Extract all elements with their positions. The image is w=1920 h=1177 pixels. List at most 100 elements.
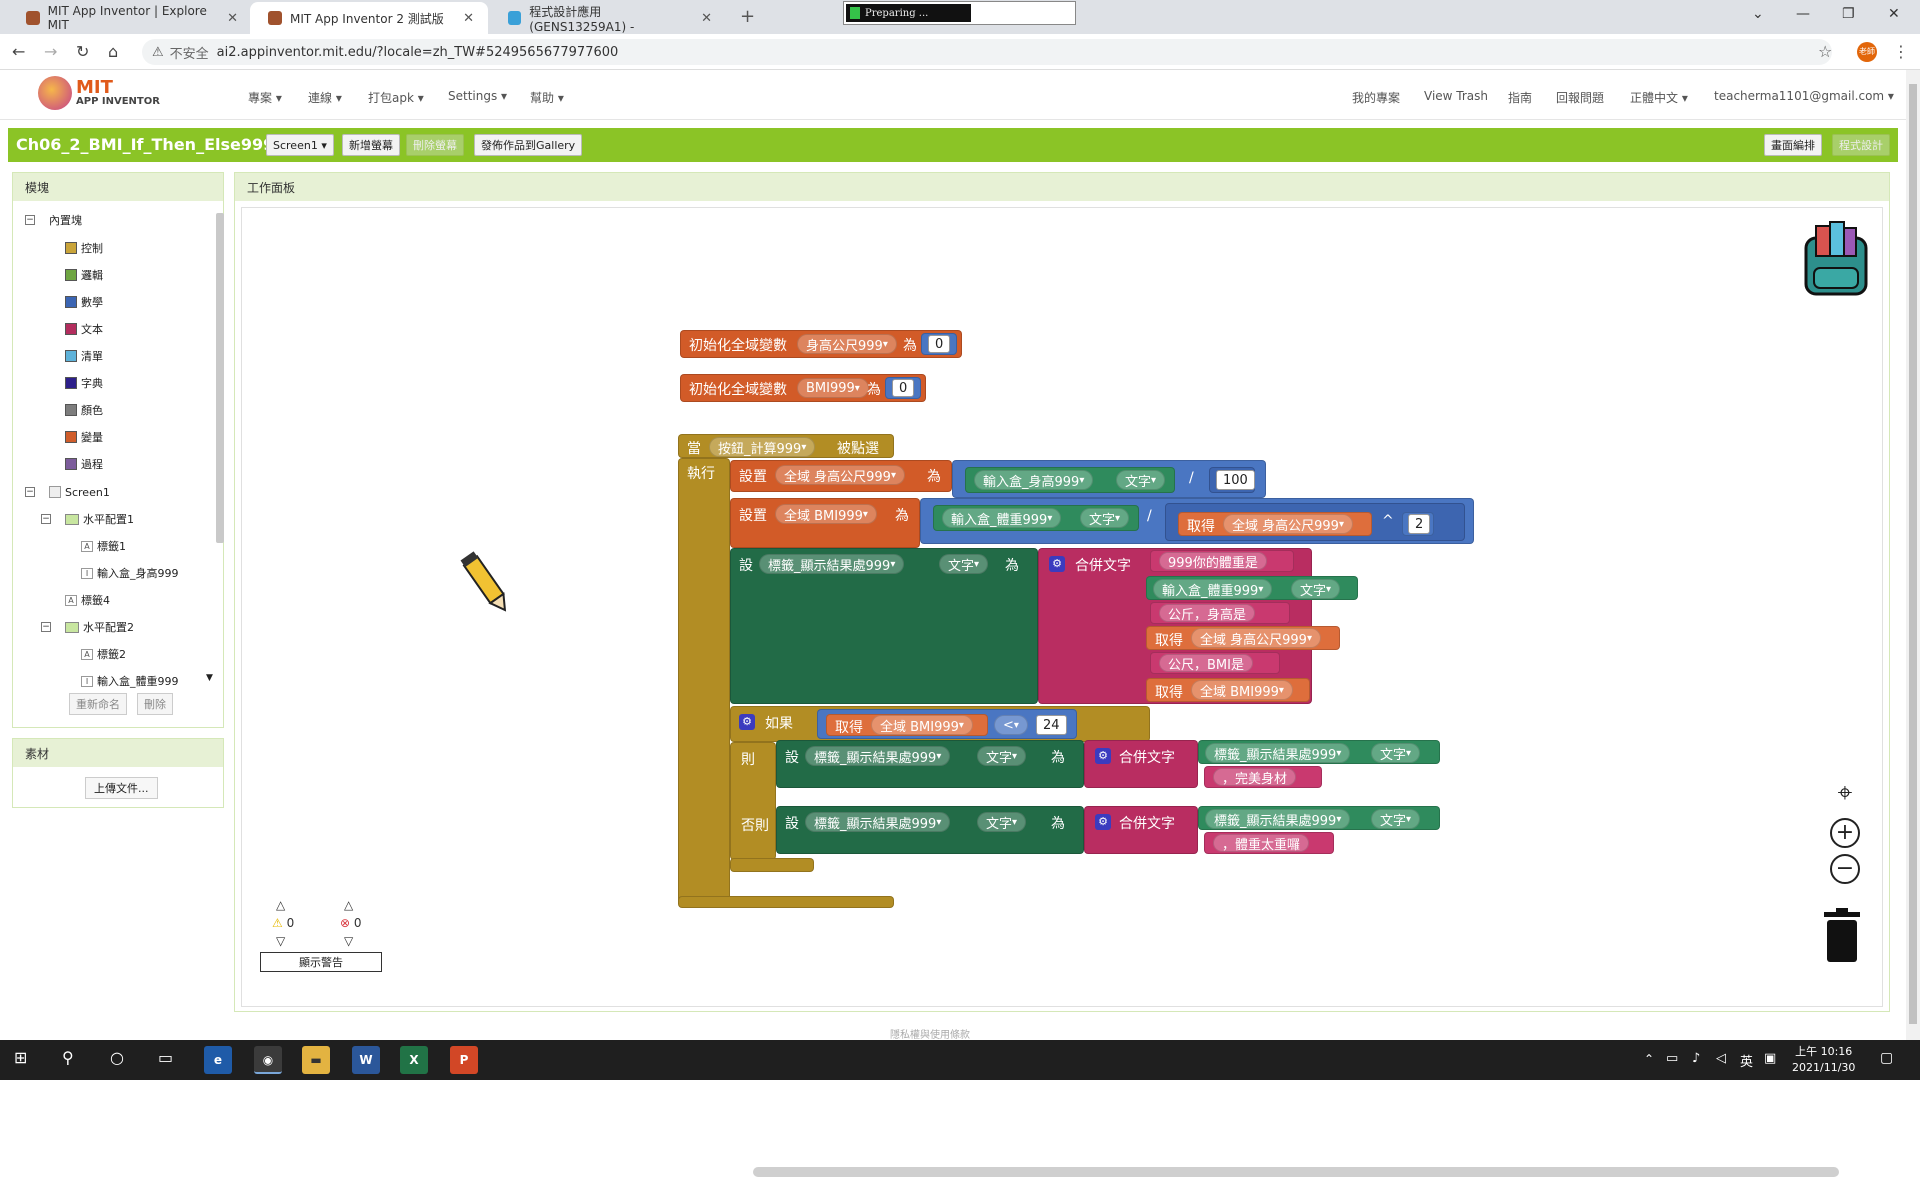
designer-button[interactable]: 畫面編排 xyxy=(1764,134,1822,156)
mit-logo[interactable]: MIT APP INVENTOR xyxy=(38,76,160,110)
component-field[interactable]: 標籤_顯示結果處999 xyxy=(1205,743,1351,763)
guide-link[interactable]: 指南 xyxy=(1508,89,1532,106)
powerpoint-icon[interactable]: P xyxy=(450,1046,478,1074)
component-field[interactable]: 按鈕_計算999 xyxy=(709,437,816,457)
text-value[interactable]: ，完美身材 xyxy=(1213,768,1297,787)
divide-block[interactable]: 輸入盒_體重999 文字 / 取得 全域 身高公尺999 ^ 2 xyxy=(920,498,1474,544)
set-height-block[interactable]: 設置 全域 身高公尺999 為 xyxy=(730,460,952,492)
get-variable-block[interactable]: 取得 全域 身高公尺999 xyxy=(1146,626,1340,650)
text-value[interactable]: 999你的體重是 xyxy=(1159,552,1267,571)
component-field[interactable]: 標籤_顯示結果處999 xyxy=(1205,809,1351,829)
tree-hlayout1[interactable]: − 水平配置1 xyxy=(41,510,134,528)
network-icon[interactable]: ▭ xyxy=(1666,1051,1678,1066)
publish-gallery-button[interactable]: 發佈作品到Gallery xyxy=(474,134,583,156)
close-window-icon[interactable]: ✕ xyxy=(1888,6,1900,22)
volume-icon[interactable]: ◁ xyxy=(1716,1051,1726,1066)
menu-project[interactable]: 專案 ▾ xyxy=(248,89,282,106)
component-field[interactable]: 輸入盒_身高999 xyxy=(974,470,1094,490)
browser-tab[interactable]: 程式設計應用 (GENS13259A1) - ✕ xyxy=(490,2,726,34)
next-warning-icon[interactable]: ▽ xyxy=(276,934,285,948)
back-icon[interactable]: ← xyxy=(12,42,25,61)
collapse-icon[interactable]: − xyxy=(25,487,35,497)
blocks-editor-button[interactable]: 程式設計 xyxy=(1832,134,1890,156)
variable-name-field[interactable]: BMI999 xyxy=(797,378,869,398)
zoom-in-icon[interactable]: + xyxy=(1830,818,1860,848)
text-literal-block[interactable]: 999你的體重是 xyxy=(1150,550,1294,572)
account-menu[interactable]: teacherma1101@gmail.com ▾ xyxy=(1714,89,1894,103)
profile-avatar[interactable]: 老師 xyxy=(1857,42,1877,62)
variable-field[interactable]: 全域 BMI999 xyxy=(775,504,877,524)
upload-file-button[interactable]: 上傳文件... xyxy=(85,777,158,799)
close-tab-icon[interactable]: ✕ xyxy=(463,11,474,26)
close-tab-icon[interactable]: ✕ xyxy=(701,11,712,26)
zoom-out-icon[interactable]: − xyxy=(1830,854,1860,884)
menu-help[interactable]: 幫助 ▾ xyxy=(530,89,564,106)
restore-icon[interactable]: ❐ xyxy=(1842,6,1855,22)
builtin-control[interactable]: 控制 xyxy=(65,239,103,257)
notification-icon[interactable]: ▢ xyxy=(1880,1050,1893,1066)
divide-block[interactable]: 輸入盒_身高999 文字 / 100 xyxy=(952,460,1266,498)
number-value[interactable]: 0 xyxy=(892,379,915,397)
reload-icon[interactable]: ↻ xyxy=(76,42,89,61)
text-literal-block[interactable]: 公斤，身高是 xyxy=(1150,602,1290,624)
builtin-logic[interactable]: 邏輯 xyxy=(65,266,103,284)
builtin-dictionaries[interactable]: 字典 xyxy=(65,374,103,392)
number-value[interactable]: 0 xyxy=(928,335,951,353)
next-error-icon[interactable]: ▽ xyxy=(344,934,353,948)
variable-field[interactable]: 全域 身高公尺999 xyxy=(1191,628,1321,648)
tray-chevron-icon[interactable]: ⌃ xyxy=(1644,1052,1654,1066)
my-projects-link[interactable]: 我的專案 xyxy=(1352,89,1400,106)
join-text-block[interactable]: ⚙ 合併文字 xyxy=(1084,806,1198,854)
url-field[interactable]: ⚠ 不安全 ai2.appinventor.mit.edu/?locale=zh… xyxy=(142,39,1832,65)
mutator-gear-icon[interactable]: ⚙ xyxy=(1095,748,1111,764)
number-block[interactable]: 0 xyxy=(885,377,921,399)
variable-name-field[interactable]: 身高公尺999 xyxy=(797,334,897,354)
search-icon[interactable]: ⚲ xyxy=(62,1048,74,1067)
property-field[interactable]: 文字 xyxy=(977,812,1027,832)
component-field[interactable]: 標籤_顯示結果處999 xyxy=(805,746,951,766)
report-issue-link[interactable]: 回報問題 xyxy=(1556,89,1604,106)
menu-connect[interactable]: 連線 ▾ xyxy=(308,89,342,106)
property-field[interactable]: 文字 xyxy=(1080,508,1130,528)
recenter-icon[interactable]: ⌖ xyxy=(1830,778,1860,808)
task-view-icon[interactable]: ▭ xyxy=(158,1048,173,1067)
backpack-icon[interactable] xyxy=(1792,218,1882,308)
textbox-text-getter[interactable]: 輸入盒_身高999 文字 xyxy=(965,467,1175,493)
prev-warning-icon[interactable]: △ xyxy=(276,898,285,912)
number-block[interactable]: 2 xyxy=(1402,512,1434,536)
browser-tab-active[interactable]: MIT App Inventor 2 測試版 ✕ xyxy=(250,2,488,34)
tree-screen1[interactable]: − Screen1 xyxy=(25,483,110,501)
tree-textbox-height[interactable]: I 輸入盒_身高999 xyxy=(81,564,179,582)
mutator-gear-icon[interactable]: ⚙ xyxy=(739,714,755,730)
text-literal-block[interactable]: ，完美身材 xyxy=(1204,766,1322,788)
system-clock[interactable]: 上午 10:16 2021/11/30 xyxy=(1792,1044,1855,1076)
get-variable-block[interactable]: 取得 全域 BMI999 xyxy=(1146,678,1310,702)
new-tab-icon[interactable]: + xyxy=(740,6,755,27)
tab-search-icon[interactable]: ⌄ xyxy=(1752,6,1764,22)
property-field[interactable]: 文字 xyxy=(1371,809,1421,829)
textbox-text-getter[interactable]: 輸入盒_體重999 文字 xyxy=(1146,576,1358,600)
browser-menu-icon[interactable]: ⋮ xyxy=(1893,42,1909,61)
ime-mode-icon[interactable]: ▣ xyxy=(1764,1051,1776,1066)
edge-icon[interactable]: e xyxy=(204,1046,232,1074)
privacy-footer-link[interactable]: 隱私權與使用條款 xyxy=(890,1026,970,1041)
tree-label4[interactable]: A 標籤4 xyxy=(65,591,110,609)
component-field[interactable]: 標籤_顯示結果處999 xyxy=(805,812,951,832)
windows-start-icon[interactable]: ⊞ xyxy=(14,1048,27,1067)
text-value[interactable]: 公尺，BMI是 xyxy=(1159,654,1253,673)
text-literal-block[interactable]: 公尺，BMI是 xyxy=(1150,652,1280,674)
menu-settings[interactable]: Settings ▾ xyxy=(448,89,507,103)
get-variable-block[interactable]: 取得 全域 身高公尺999 xyxy=(1178,512,1372,536)
property-field[interactable]: 文字 xyxy=(1291,579,1341,599)
tree-hlayout2[interactable]: − 水平配置2 xyxy=(41,618,134,636)
number-value[interactable]: 24 xyxy=(1036,715,1067,735)
menu-build[interactable]: 打包apk ▾ xyxy=(368,89,424,106)
if-else-block[interactable]: ⚙ 如果 取得 全域 BMI999 < 24 xyxy=(730,706,1150,742)
bookmark-star-icon[interactable]: ☆ xyxy=(1818,42,1832,61)
collapse-icon[interactable]: − xyxy=(41,514,51,524)
builtin-lists[interactable]: 清單 xyxy=(65,347,103,365)
text-value[interactable]: ，體重太重囉 xyxy=(1213,834,1310,853)
then-set-label-block[interactable]: 設 標籤_顯示結果處999 文字 為 xyxy=(776,740,1084,788)
component-field[interactable]: 輸入盒_體重999 xyxy=(1153,579,1273,599)
textbox-text-getter[interactable]: 輸入盒_體重999 文字 xyxy=(933,505,1139,531)
